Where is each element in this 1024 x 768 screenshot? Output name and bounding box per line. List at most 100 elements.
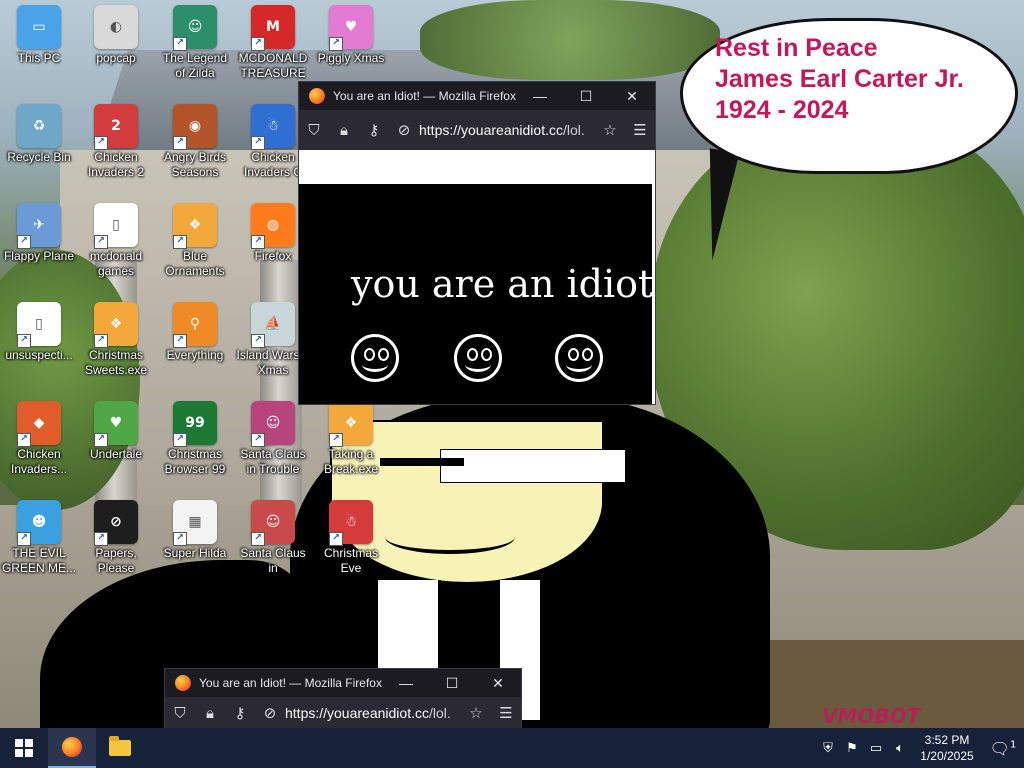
desktop-icon[interactable]: ◆ ↗ Chicken Invaders...	[1, 401, 77, 497]
desktop-icon[interactable]: ♻ Recycle Bin	[1, 104, 77, 200]
desktop-icon[interactable]: ⊘ ↗ Papers, Please	[78, 500, 154, 596]
firefox-window-second[interactable]: You are an Idiot! — Mozilla Firefox — ☐ …	[164, 668, 522, 730]
bookmark-star-icon[interactable]: ☆	[461, 704, 491, 722]
desktop-icon[interactable]: ▭ This PC	[1, 5, 77, 101]
desktop-icon-label: Everything	[166, 348, 224, 362]
desktop-icon[interactable]: ☺ ↗ The Legend of Zilda	[157, 5, 233, 101]
taskbar-file-explorer[interactable]	[96, 728, 144, 768]
blocked-icon[interactable]: ⊘	[255, 704, 285, 722]
shortcut-arrow-icon: ↗	[329, 37, 343, 51]
desktop-icon[interactable]: ☃ ↗ Christmas Eve	[313, 500, 389, 596]
shortcut-arrow-icon: ↗	[251, 433, 265, 447]
close-button[interactable]: ✕	[475, 675, 521, 692]
clock-date: 1/20/2025	[920, 749, 974, 763]
url-bar[interactable]: https://youareanidiot.cc/lol.	[419, 122, 595, 138]
desktop-icon-label: Recycle Bin	[7, 150, 71, 164]
desktop-icon-label: Blue Ornaments	[165, 249, 225, 278]
desktop-icon-label: Christmas Browser 99	[164, 447, 226, 476]
christmas-browser-icon: 99 ↗	[173, 401, 217, 447]
desktop-icon-label: unsuspecti...	[5, 348, 73, 362]
menu-icon[interactable]: ☰	[625, 121, 655, 139]
wallpaper-tree	[420, 0, 720, 80]
desktop-icon[interactable]: 99 ↗ Christmas Browser 99	[157, 401, 233, 497]
undertale-icon: ♥ ↗	[94, 401, 138, 447]
shortcut-arrow-icon: ↗	[94, 235, 108, 249]
santa-claus-icon: ☺ ↗	[251, 500, 295, 546]
idiot-text: you are an idiot	[351, 262, 654, 306]
notification-center-button[interactable]: 🗨︎1	[982, 739, 1024, 758]
security-alert-icon[interactable]: ⛨	[816, 741, 840, 756]
desktop-icon-label: Santa Claus in Trouble	[240, 447, 306, 476]
menu-icon[interactable]: ☰	[491, 704, 521, 722]
minimize-button[interactable]: —	[517, 88, 563, 104]
chicken-xmas-icon: ☃ ↗	[251, 104, 295, 150]
network-alert-icon[interactable]: ⚑	[840, 741, 864, 756]
maximize-button[interactable]: ☐	[563, 88, 609, 105]
shortcut-arrow-icon: ↗	[251, 37, 265, 51]
firefox-logo-icon	[175, 675, 191, 691]
desktop-icon[interactable]: ▦ ↗ Super Hilda	[157, 500, 233, 596]
desktop-icon-label: This PC	[17, 51, 61, 65]
firefox-window-main[interactable]: You are an Idiot! — Mozilla Firefox — ☐ …	[298, 81, 656, 405]
url-host: https://youareanidiot.cc	[285, 705, 429, 721]
lock-icon[interactable]: 🔒︎	[195, 704, 225, 722]
shortcut-arrow-icon: ↗	[94, 532, 108, 546]
clock[interactable]: 3:52 PM 1/20/2025	[912, 732, 982, 764]
blocked-icon[interactable]: ⊘	[389, 121, 419, 139]
character-hat-band	[440, 449, 626, 483]
desktop-icon[interactable]: ⚲ ↗ Everything	[157, 302, 233, 398]
shortcut-arrow-icon: ↗	[251, 235, 265, 249]
desktop-icon-label: THE EVIL GREEN ME...	[1, 546, 76, 575]
desktop-icon[interactable]: ❖ ↗ Blue Ornaments	[157, 203, 233, 299]
windows-logo-icon	[15, 739, 33, 757]
smiley-face-icon	[351, 334, 399, 382]
christmas-sweets-icon: ❖ ↗	[94, 302, 138, 348]
shortcut-arrow-icon: ↗	[173, 37, 187, 51]
permissions-icon[interactable]: ⚷	[359, 121, 389, 139]
taskbar-firefox[interactable]	[48, 728, 96, 768]
firefox-logo-icon	[309, 88, 325, 104]
shield-icon[interactable]: ⛉	[299, 121, 329, 139]
desktop-icon[interactable]: 2 ↗ Chicken Invaders 2	[78, 104, 154, 200]
desktop-icon[interactable]: ◉ ↗ Angry Birds Seasons	[157, 104, 233, 200]
maximize-button[interactable]: ☐	[429, 675, 475, 692]
desktop-icon[interactable]: ✈ ↗ Flappy Plane	[1, 203, 77, 299]
window-title: You are an Idiot! — Mozilla Firefox	[333, 89, 516, 103]
desktop-icon-label: Undertale	[89, 447, 143, 461]
bookmark-star-icon[interactable]: ☆	[595, 121, 625, 139]
lock-icon[interactable]: 🔒︎	[329, 121, 359, 139]
desktop-icon-label: Super Hilda	[163, 546, 227, 560]
everything-icon: ⚲ ↗	[173, 302, 217, 348]
shortcut-arrow-icon: ↗	[173, 532, 187, 546]
christmas-eve-icon: ☃ ↗	[329, 500, 373, 546]
desktop-icon[interactable]: ▯ ↗ unsuspecti...	[1, 302, 77, 398]
close-button[interactable]: ✕	[609, 88, 655, 105]
desktop-icon-label: MCDONALD TREASURE	[238, 51, 308, 80]
desktop-icon[interactable]: ◐ popcap	[78, 5, 154, 101]
title-bar[interactable]: You are an Idiot! — Mozilla Firefox — ☐ …	[299, 82, 655, 110]
shortcut-arrow-icon: ↗	[94, 334, 108, 348]
url-bar[interactable]: https://youareanidiot.cc/lol.	[285, 705, 461, 721]
navigation-bar: ⛉ 🔒︎ ⚷ ⊘ https://youareanidiot.cc/lol. ☆…	[165, 697, 521, 729]
network-icon[interactable]: ▭	[864, 741, 888, 756]
minimize-button[interactable]: —	[383, 675, 429, 691]
desktop-icon[interactable]: ☻ ↗ THE EVIL GREEN ME...	[1, 500, 77, 596]
volume-muted-icon[interactable]: 🔈︎	[888, 741, 912, 756]
desktop-icon[interactable]: ♥ ↗ Undertale	[78, 401, 154, 497]
desktop-icon-label: Christmas Eve	[323, 546, 378, 575]
permissions-icon[interactable]: ⚷	[225, 704, 255, 722]
desktop-icon-label: The Legend of Zilda	[162, 51, 228, 80]
start-button[interactable]	[0, 728, 48, 768]
desktop-icon[interactable]: ☺ ↗ Santa Claus in	[235, 500, 311, 596]
recycle-bin-icon: ♻	[17, 104, 61, 148]
shortcut-arrow-icon: ↗	[173, 136, 187, 150]
navigation-bar: ⛉ 🔒︎ ⚷ ⊘ https://youareanidiot.cc/lol. ☆…	[299, 110, 655, 150]
desktop-icon[interactable]: ❖ ↗ Christmas Sweets.exe	[78, 302, 154, 398]
desktop-icon[interactable]: ▯ ↗ mcdonald games	[78, 203, 154, 299]
desktop-icon[interactable]: ❖ ↗ Taking a Break.exe	[313, 401, 389, 497]
desktop-icon[interactable]: ☺ ↗ Santa Claus in Trouble	[235, 401, 311, 497]
shortcut-arrow-icon: ↗	[17, 334, 31, 348]
notification-count: 1	[1009, 739, 1017, 751]
title-bar[interactable]: You are an Idiot! — Mozilla Firefox — ☐ …	[165, 669, 521, 697]
shield-icon[interactable]: ⛉	[165, 704, 195, 722]
